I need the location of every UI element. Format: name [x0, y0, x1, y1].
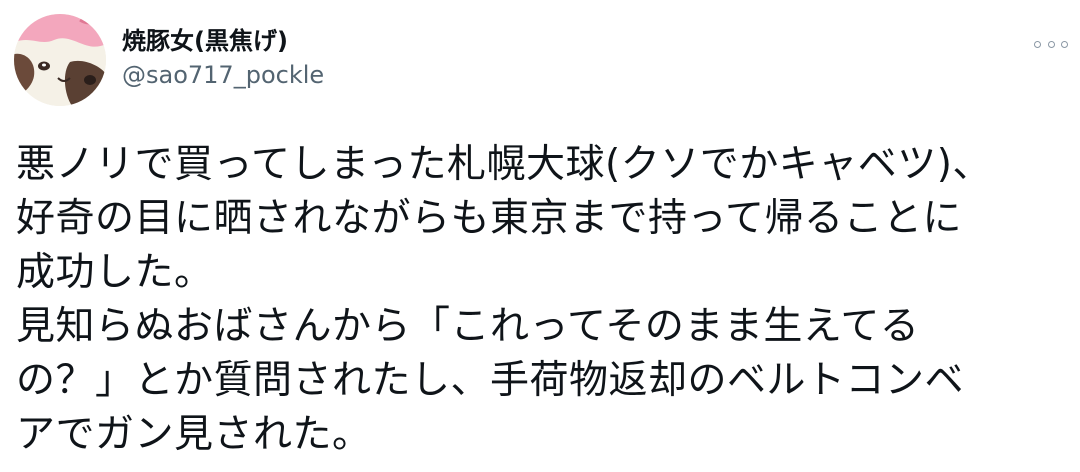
more-options-icon	[1047, 40, 1055, 48]
tweet-text-line: 見知らぬおばさんから「これってそのまま生えてる	[16, 304, 920, 349]
tweet-text-line: 悪ノリで買ってしまった札幌大球(クソでかキャベツ)、	[16, 142, 992, 187]
author-block: 焼豚女(黒焦げ) @sao717_pockle	[122, 26, 324, 90]
tweet-text-line: アでガン見された。	[16, 412, 372, 457]
tweet-text-line: の？」とか質問されたし、手荷物返却のベルトコンベ	[16, 358, 965, 403]
tweet-card: 焼豚女(黒焦げ) @sao717_pockle 悪ノリで買ってしまった札幌大球(…	[0, 0, 1080, 472]
author-display-name[interactable]: 焼豚女(黒焦げ)	[122, 26, 324, 56]
more-options-icon	[1061, 40, 1068, 48]
author-handle[interactable]: @sao717_pockle	[122, 60, 324, 90]
tweet-text: 悪ノリで買ってしまった札幌大球(クソでかキャベツ)、 好奇の目に晒されながらも東…	[16, 138, 1066, 462]
avatar[interactable]	[14, 14, 106, 106]
tweet-text-line: 好奇の目に晒されながらも東京まで持って帰ることに	[16, 196, 963, 241]
avatar-cat-icon	[14, 14, 106, 106]
tweet-text-line: 成功した。	[16, 250, 214, 295]
more-options-button[interactable]	[1034, 34, 1068, 54]
more-options-icon	[1034, 40, 1041, 48]
